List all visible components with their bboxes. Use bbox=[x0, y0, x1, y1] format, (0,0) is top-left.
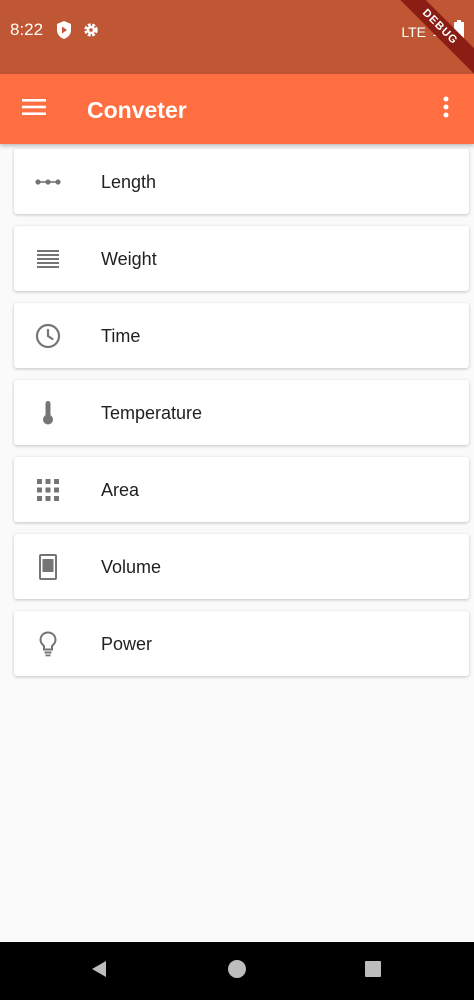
category-label: Area bbox=[101, 480, 140, 500]
recents-icon bbox=[363, 959, 383, 984]
category-label: Weight bbox=[101, 249, 157, 269]
category-label: Time bbox=[101, 326, 141, 346]
settings-gear-icon bbox=[82, 20, 100, 45]
category-area[interactable]: Area bbox=[14, 457, 469, 522]
status-time: 8:22 bbox=[10, 20, 44, 39]
category-label: Length bbox=[101, 172, 157, 192]
category-label: Power bbox=[101, 634, 153, 654]
network-type: LTE bbox=[401, 23, 426, 40]
recents-button[interactable] bbox=[361, 959, 385, 983]
shield-icon bbox=[56, 20, 72, 45]
category-power[interactable]: Power bbox=[14, 611, 469, 676]
app-bar: Conveter bbox=[0, 74, 474, 144]
page-title: Conveter bbox=[87, 97, 187, 123]
clock-icon bbox=[34, 323, 62, 349]
home-icon bbox=[227, 959, 247, 984]
lightbulb-icon bbox=[34, 631, 62, 657]
system-nav-bar bbox=[0, 942, 474, 1000]
home-button[interactable] bbox=[225, 959, 249, 983]
status-notification-icons bbox=[56, 20, 100, 45]
category-temperature[interactable]: Temperature bbox=[14, 380, 469, 445]
category-length[interactable]: Length bbox=[14, 149, 469, 214]
category-time[interactable]: Time bbox=[14, 303, 469, 368]
thermometer-icon bbox=[34, 400, 62, 426]
category-list: Length Weight Time Temperature Area Volu… bbox=[14, 149, 469, 688]
back-button[interactable] bbox=[87, 959, 111, 983]
menu-icon bbox=[22, 98, 46, 121]
more-options-button[interactable] bbox=[434, 94, 458, 124]
menu-button[interactable] bbox=[18, 96, 50, 122]
category-weight[interactable]: Weight bbox=[14, 226, 469, 291]
volume-icon bbox=[34, 554, 62, 580]
category-label: Temperature bbox=[101, 403, 203, 423]
category-volume[interactable]: Volume bbox=[14, 534, 469, 599]
length-icon bbox=[34, 169, 62, 195]
back-icon bbox=[89, 959, 109, 984]
category-label: Volume bbox=[101, 557, 162, 577]
more-vert-icon bbox=[443, 96, 449, 123]
weight-icon bbox=[34, 246, 62, 272]
grid-icon bbox=[34, 477, 62, 503]
status-bar: 8:22 LTE DEBUG bbox=[0, 0, 474, 74]
